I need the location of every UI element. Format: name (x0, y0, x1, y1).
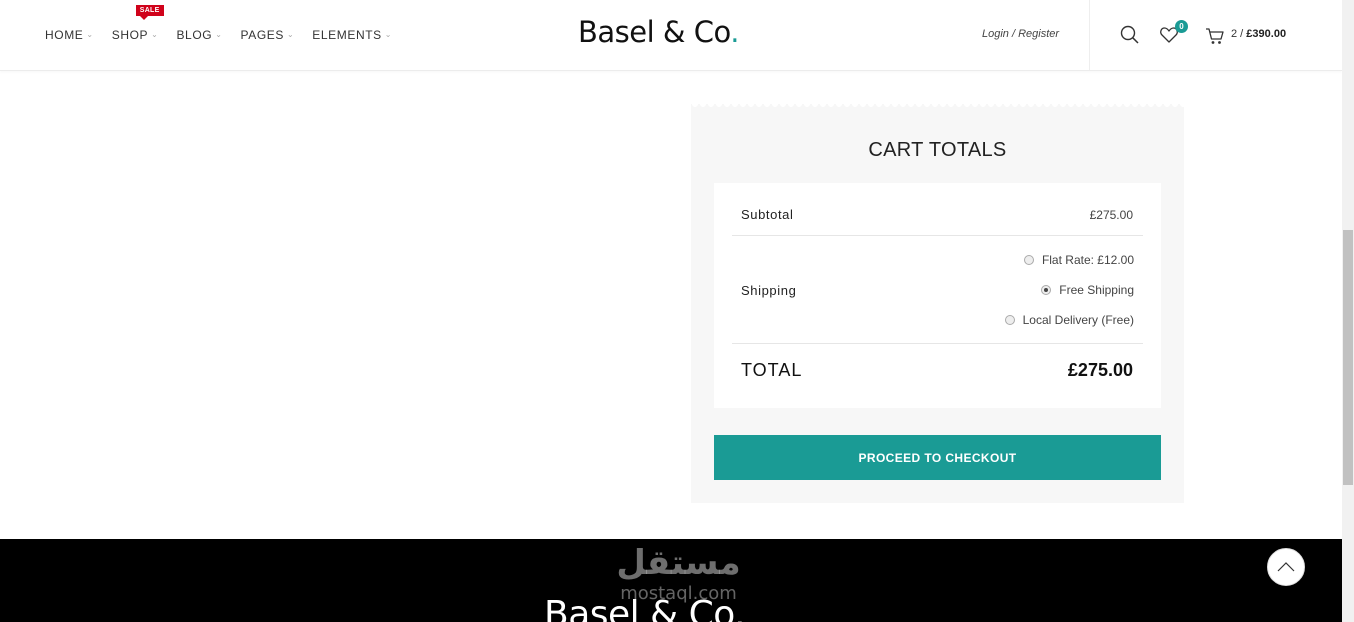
chevron-down-icon: ⌄ (151, 29, 159, 39)
nav-home[interactable]: HOME ⌄ (45, 28, 94, 42)
cart-totals-title: CART TOTALS (868, 139, 1007, 161)
main-nav: HOME ⌄ SALE SHOP ⌄ BLOG ⌄ PAGES ⌄ ELEMENTS ⌄ (45, 0, 410, 70)
shipping-option-local-delivery[interactable]: Local Delivery (Free) (1004, 313, 1134, 327)
cart-icon[interactable] (1205, 27, 1225, 47)
chevron-down-icon: ⌄ (384, 29, 393, 39)
sale-badge: SALE (135, 5, 164, 20)
nav-elements[interactable]: ELEMENTS ⌄ (312, 28, 392, 42)
chevron-up-icon (1277, 562, 1295, 572)
nav-pages[interactable]: PAGES ⌄ (241, 28, 295, 42)
chevron-down-icon: ⌄ (286, 29, 295, 39)
header-divider (1089, 0, 1090, 70)
site-footer: Basel & Co. مستقل mostaql.com (0, 539, 1342, 622)
nav-blog-label: BLOG (176, 28, 213, 42)
nav-home-label: HOME (45, 28, 84, 42)
site-logo[interactable]: Basel & Co. (578, 15, 739, 49)
shipping-option-label: Local Delivery (Free) (1022, 313, 1134, 327)
row-divider (732, 235, 1143, 236)
cart-total-amount: £390.00 (1246, 28, 1287, 40)
radio-flat-rate[interactable] (1023, 255, 1034, 265)
wishlist-count-badge: 0 (1175, 20, 1188, 33)
cart-totals-panel: CART TOTALS Subtotal £275.00 Shipping Fl… (691, 104, 1184, 503)
watermark: مستقل mostaql.com (596, 539, 761, 604)
logo-dot: . (730, 15, 739, 49)
nav-shop-label: SHOP (111, 28, 149, 42)
proceed-to-checkout-button[interactable]: PROCEED TO CHECKOUT (714, 435, 1161, 480)
nav-pages-label: PAGES (240, 28, 284, 42)
nav-blog[interactable]: BLOG ⌄ (176, 28, 222, 42)
row-divider (732, 343, 1143, 344)
site-header: HOME ⌄ SALE SHOP ⌄ BLOG ⌄ PAGES ⌄ ELEMENTS ⌄ … (0, 0, 1342, 71)
chevron-down-icon: ⌄ (215, 29, 223, 39)
totals-table: Subtotal £275.00 Shipping Flat Rate: £12… (714, 183, 1161, 408)
login-register-link[interactable]: Login / Register (982, 28, 1059, 40)
back-to-top-button[interactable] (1267, 548, 1305, 586)
logo-text: Basel & Co (578, 15, 731, 49)
chevron-down-icon: ⌄ (86, 29, 94, 39)
nav-shop[interactable]: SALE SHOP ⌄ (111, 5, 164, 42)
shipping-option-flat-rate[interactable]: Flat Rate: £12.00 (1023, 253, 1134, 267)
radio-local-delivery[interactable] (1004, 315, 1015, 325)
cart-count: 2 / (1231, 28, 1244, 40)
subtotal-value: £275.00 (1089, 208, 1133, 222)
total-value: £275.00 (1067, 360, 1133, 380)
radio-free-shipping[interactable] (1041, 285, 1052, 295)
nav-elements-label: ELEMENTS (312, 28, 382, 42)
shipping-option-label: Flat Rate: £12.00 (1041, 253, 1134, 267)
watermark-url: mostaql.com (620, 583, 737, 604)
total-label: TOTAL (741, 360, 803, 380)
scrollbar-thumb[interactable] (1343, 230, 1353, 485)
watermark-arabic: مستقل (616, 543, 741, 583)
subtotal-label: Subtotal (741, 207, 794, 222)
shipping-label: Shipping (741, 283, 797, 298)
shipping-option-free[interactable]: Free Shipping (1041, 283, 1134, 297)
search-icon[interactable] (1120, 25, 1140, 45)
shipping-option-label: Free Shipping (1059, 283, 1134, 297)
cart-summary[interactable]: 2 / £390.00 (1231, 28, 1286, 40)
page-scrollbar[interactable] (1342, 0, 1354, 622)
